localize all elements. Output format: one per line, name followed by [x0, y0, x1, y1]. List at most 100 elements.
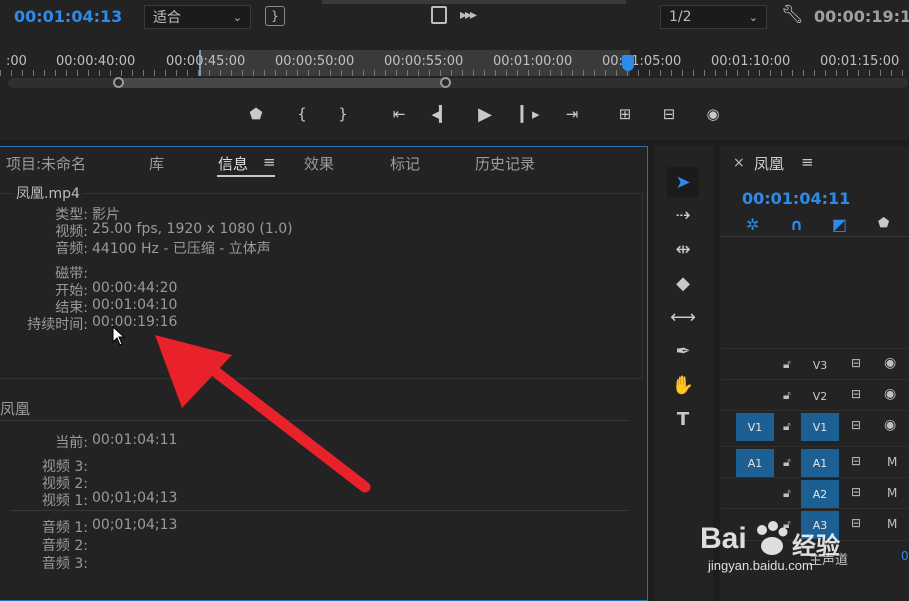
video1-label: 视频 1:	[41, 493, 88, 509]
watermark-brand: Bai	[700, 522, 747, 555]
tab-effects[interactable]: 效果	[304, 153, 334, 174]
mute-button[interactable]: M	[887, 455, 897, 469]
track-label-v3[interactable]: V3	[801, 351, 839, 379]
chevron-down-icon: ⌄	[748, 10, 758, 24]
sync-lock-icon[interactable]: ⊟	[851, 387, 861, 401]
track-row-a2: 🔓︎ A2 ⊟ M	[721, 477, 909, 509]
divider	[10, 510, 628, 511]
play-icon[interactable]: ▶	[472, 102, 498, 126]
lock-icon[interactable]: 🔓︎	[783, 388, 791, 403]
close-icon[interactable]: ×	[733, 155, 745, 171]
video-value: 25.00 fps, 1920 x 1080 (1.0)	[92, 221, 293, 237]
hand-tool-icon[interactable]: ✋	[667, 370, 699, 400]
panel-menu-icon[interactable]: ≡	[263, 153, 276, 171]
sync-lock-icon[interactable]: ⊟	[851, 454, 861, 468]
track-label-a2[interactable]: A2	[801, 480, 839, 508]
timeline-timecode[interactable]: 00:01:04:11	[742, 189, 850, 208]
master-volume[interactable]: 0	[901, 549, 909, 563]
playhead-marker[interactable]	[622, 55, 634, 71]
type-tool-icon[interactable]: T	[667, 404, 699, 434]
zoom-handle-right[interactable]	[440, 77, 451, 88]
audio1-value: 00;01;04;13	[92, 517, 178, 533]
mouse-cursor-icon	[112, 326, 126, 346]
current-timecode[interactable]: 00:01:04:13	[14, 7, 122, 26]
audio3-label: 音频 3:	[41, 556, 88, 572]
mark-out-icon[interactable]: }	[330, 102, 356, 126]
snap-magnet-icon[interactable]: ∩	[790, 215, 803, 234]
ruler-label: 00:00:40:00	[56, 54, 136, 69]
nest-icon[interactable]: ✲	[746, 215, 759, 234]
go-to-out-icon[interactable]: ⇥	[559, 102, 585, 126]
ruler-label: 00:01:05:00	[602, 54, 682, 69]
audio-value: 44100 Hz - 已压缩 - 立体声	[92, 241, 271, 257]
sync-lock-icon[interactable]: ⊟	[851, 485, 861, 499]
tab-project[interactable]: 项目:未命名	[6, 153, 86, 174]
pen-tool-icon[interactable]: ✒	[667, 336, 699, 366]
linked-selection-icon[interactable]: ◩	[832, 215, 847, 234]
watermark-url: jingyan.baidu.com	[708, 558, 813, 573]
ruler-label: 00:01:10:00	[711, 54, 791, 69]
ripple-edit-icon[interactable]: ⇹	[667, 234, 699, 264]
duration-label: 持续时间:	[27, 317, 88, 333]
settings-bracket-icon[interactable]: }	[265, 6, 285, 26]
selection-tool-icon[interactable]: ➤	[667, 167, 699, 197]
fit-dropdown[interactable]: 适合 ⌄	[144, 5, 251, 29]
paw-icon	[757, 521, 788, 555]
audio-label: 音频:	[55, 241, 88, 257]
track-select-icon[interactable]: ⇢	[667, 200, 699, 230]
sync-lock-icon[interactable]: ⊟	[851, 356, 861, 370]
track-label-a1[interactable]: A1	[801, 449, 839, 477]
add-marker-icon[interactable]: ⬟	[243, 102, 269, 126]
top-divider	[322, 0, 626, 4]
eye-icon[interactable]: ◉	[884, 386, 896, 402]
tab-history[interactable]: 历史记录	[475, 153, 535, 174]
tab-library[interactable]: 库	[149, 153, 164, 174]
eye-icon[interactable]: ◉	[884, 417, 896, 433]
mute-button[interactable]: M	[887, 486, 897, 500]
chevron-down-icon: ⌄	[232, 10, 242, 24]
insert-icon[interactable]: ⊞	[612, 102, 638, 126]
timeline-menu-icon[interactable]: ≡	[801, 153, 814, 171]
resolution-dropdown[interactable]: 1/2 ⌄	[660, 5, 767, 29]
add-marker-icon[interactable]: ⬟	[878, 216, 889, 231]
timeline-sequence-tab[interactable]: 凤凰	[754, 153, 784, 174]
zoom-handle-left[interactable]	[113, 77, 124, 88]
ruler-label: :00	[6, 54, 27, 69]
step-back-icon[interactable]: ◂▎	[428, 102, 454, 126]
ruler-label: 00:00:45:00	[166, 54, 246, 69]
camera-icon[interactable]: ◉	[700, 102, 726, 126]
lock-icon[interactable]: 🔓︎	[783, 419, 791, 434]
step-forward-icon[interactable]: ▎▸	[517, 102, 543, 126]
razor-tool-icon[interactable]: ◆	[667, 268, 699, 298]
track-row-v1: V1 🔓︎ V1 ⊟ ◉	[721, 410, 909, 442]
film-icon[interactable]	[431, 6, 447, 24]
wrench-icon[interactable]: 🔧︎	[781, 4, 804, 25]
source-patch-a1[interactable]: A1	[736, 449, 774, 477]
track-row-a1: A1 🔓︎ A1 ⊟ M	[721, 446, 909, 478]
track-row-v2: 🔓︎ V2 ⊟ ◉	[721, 379, 909, 411]
program-monitor-controls: 00:01:04:13 适合 ⌄ } ▸▸▸ 1/2 ⌄ 🔧︎ 00:00:19…	[0, 0, 909, 140]
sync-lock-icon[interactable]: ⊟	[851, 418, 861, 432]
active-tab-underline	[217, 175, 275, 177]
lock-icon[interactable]: 🔓︎	[783, 357, 791, 372]
lock-icon[interactable]: 🔓︎	[783, 455, 791, 470]
track-label-v2[interactable]: V2	[801, 382, 839, 410]
watermark-logo: Bai 经验 jingyan.baidu.com	[700, 520, 900, 580]
track-label-v1[interactable]: V1	[801, 413, 839, 441]
overwrite-icon[interactable]: ⊟	[656, 102, 682, 126]
zoom-scrollbar-thumb[interactable]	[118, 78, 448, 88]
source-patch-v1[interactable]: V1	[736, 413, 774, 441]
fit-dropdown-value: 适合	[153, 10, 181, 26]
tab-info[interactable]: 信息	[218, 153, 248, 174]
lock-icon[interactable]: 🔓︎	[783, 486, 791, 501]
tab-markers[interactable]: 标记	[390, 153, 420, 174]
clip-name: 凤凰.mp4	[14, 183, 82, 203]
go-to-in-icon[interactable]: ⇤	[386, 102, 412, 126]
eye-icon[interactable]: ◉	[884, 355, 896, 371]
resolution-dropdown-value: 1/2	[669, 9, 692, 25]
waveform-icon[interactable]: ▸▸▸	[460, 7, 477, 23]
watermark-brand-cn: 经验	[792, 532, 840, 560]
mark-in-icon[interactable]: {	[289, 102, 315, 126]
audio2-label: 音频 2:	[41, 538, 88, 554]
slip-tool-icon[interactable]: ⟷	[667, 302, 699, 332]
